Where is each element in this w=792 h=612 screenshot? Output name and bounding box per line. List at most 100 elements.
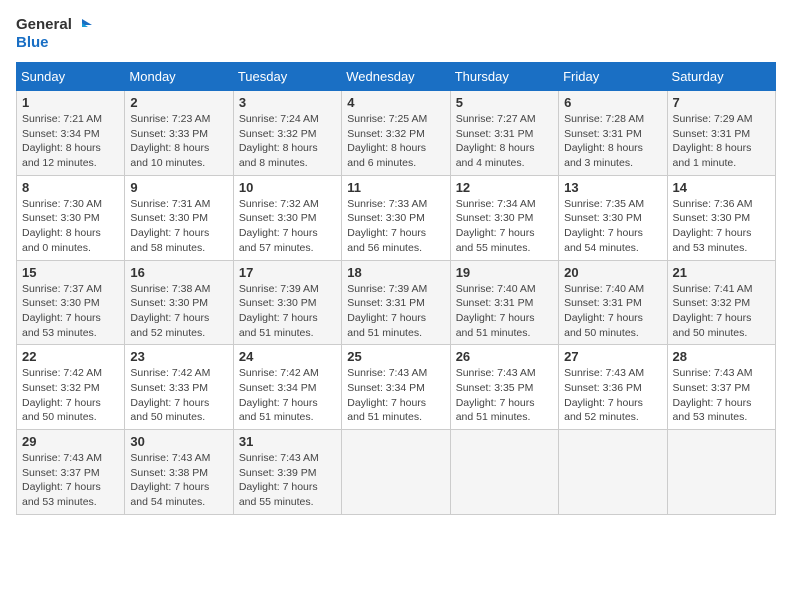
- calendar-cell: 23 Sunrise: 7:42 AMSunset: 3:33 PMDayligh…: [125, 345, 233, 430]
- day-number: 27: [564, 349, 661, 364]
- day-number: 9: [130, 180, 227, 195]
- cell-info: Sunrise: 7:43 AMSunset: 3:35 PMDaylight:…: [456, 366, 553, 425]
- day-number: 16: [130, 265, 227, 280]
- day-number: 3: [239, 95, 336, 110]
- calendar-cell: 11Sunrise: 7:33 AMSunset: 3:30 PMDayligh…: [342, 175, 450, 260]
- calendar-cell: 5 Sunrise: 7:27 AMSunset: 3:31 PMDaylight…: [450, 91, 558, 176]
- logo: General Blue: [16, 16, 92, 52]
- day-number: 28: [673, 349, 770, 364]
- calendar-cell: 4Sunrise: 7:25 AMSunset: 3:32 PMDaylight…: [342, 91, 450, 176]
- cell-info: Sunrise: 7:43 AMSunset: 3:37 PMDaylight:…: [22, 451, 119, 510]
- day-number: 2: [130, 95, 227, 110]
- calendar-cell: 3 Sunrise: 7:24 AMSunset: 3:32 PMDaylight…: [233, 91, 341, 176]
- day-number: 13: [564, 180, 661, 195]
- day-number: 5: [456, 95, 553, 110]
- weekday-label: Friday: [559, 63, 667, 91]
- calendar-cell: 9 Sunrise: 7:31 AMSunset: 3:30 PMDaylight…: [125, 175, 233, 260]
- calendar-week-row: 29 Sunrise: 7:43 AMSunset: 3:37 PMDayligh…: [17, 430, 776, 515]
- cell-info: Sunrise: 7:42 AMSunset: 3:33 PMDaylight:…: [130, 366, 227, 425]
- cell-info: Sunrise: 7:39 AMSunset: 3:30 PMDaylight:…: [239, 282, 336, 341]
- calendar-cell: 19Sunrise: 7:40 AMSunset: 3:31 PMDayligh…: [450, 260, 558, 345]
- cell-info: Sunrise: 7:24 AMSunset: 3:32 PMDaylight:…: [239, 112, 336, 171]
- cell-info: Sunrise: 7:43 AMSunset: 3:39 PMDaylight:…: [239, 451, 336, 510]
- weekday-label: Wednesday: [342, 63, 450, 91]
- cell-info: Sunrise: 7:33 AMSunset: 3:30 PMDaylight:…: [347, 197, 444, 256]
- cell-info: Sunrise: 7:32 AMSunset: 3:30 PMDaylight:…: [239, 197, 336, 256]
- calendar-cell: 20 Sunrise: 7:40 AMSunset: 3:31 PMDayligh…: [559, 260, 667, 345]
- calendar-week-row: 22Sunrise: 7:42 AMSunset: 3:32 PMDayligh…: [17, 345, 776, 430]
- calendar-cell: 18 Sunrise: 7:39 AMSunset: 3:31 PMDayligh…: [342, 260, 450, 345]
- calendar-cell: 13 Sunrise: 7:35 AMSunset: 3:30 PMDayligh…: [559, 175, 667, 260]
- cell-info: Sunrise: 7:43 AMSunset: 3:38 PMDaylight:…: [130, 451, 227, 510]
- calendar-cell: [342, 430, 450, 515]
- cell-info: Sunrise: 7:27 AMSunset: 3:31 PMDaylight:…: [456, 112, 553, 171]
- cell-info: Sunrise: 7:38 AMSunset: 3:30 PMDaylight:…: [130, 282, 227, 341]
- calendar-cell: 26Sunrise: 7:43 AMSunset: 3:35 PMDayligh…: [450, 345, 558, 430]
- cell-info: Sunrise: 7:28 AMSunset: 3:31 PMDaylight:…: [564, 112, 661, 171]
- calendar-cell: 29 Sunrise: 7:43 AMSunset: 3:37 PMDayligh…: [17, 430, 125, 515]
- cell-info: Sunrise: 7:42 AMSunset: 3:34 PMDaylight:…: [239, 366, 336, 425]
- calendar-cell: 1 Sunrise: 7:21 AMSunset: 3:34 PMDaylight…: [17, 91, 125, 176]
- cell-info: Sunrise: 7:43 AMSunset: 3:36 PMDaylight:…: [564, 366, 661, 425]
- day-number: 8: [22, 180, 119, 195]
- calendar-cell: [559, 430, 667, 515]
- cell-info: Sunrise: 7:23 AMSunset: 3:33 PMDaylight:…: [130, 112, 227, 171]
- calendar-cell: [667, 430, 775, 515]
- day-number: 25: [347, 349, 444, 364]
- calendar-cell: 17Sunrise: 7:39 AMSunset: 3:30 PMDayligh…: [233, 260, 341, 345]
- cell-info: Sunrise: 7:40 AMSunset: 3:31 PMDaylight:…: [456, 282, 553, 341]
- day-number: 15: [22, 265, 119, 280]
- calendar-cell: 25 Sunrise: 7:43 AMSunset: 3:34 PMDayligh…: [342, 345, 450, 430]
- cell-info: Sunrise: 7:37 AMSunset: 3:30 PMDaylight:…: [22, 282, 119, 341]
- calendar-cell: 8 Sunrise: 7:30 AMSunset: 3:30 PMDaylight…: [17, 175, 125, 260]
- day-number: 12: [456, 180, 553, 195]
- day-number: 6: [564, 95, 661, 110]
- calendar-cell: 7 Sunrise: 7:29 AMSunset: 3:31 PMDaylight…: [667, 91, 775, 176]
- day-number: 21: [673, 265, 770, 280]
- day-number: 31: [239, 434, 336, 449]
- calendar-cell: 27 Sunrise: 7:43 AMSunset: 3:36 PMDayligh…: [559, 345, 667, 430]
- day-number: 23: [130, 349, 227, 364]
- day-number: 14: [673, 180, 770, 195]
- cell-info: Sunrise: 7:35 AMSunset: 3:30 PMDaylight:…: [564, 197, 661, 256]
- cell-info: Sunrise: 7:43 AMSunset: 3:37 PMDaylight:…: [673, 366, 770, 425]
- day-number: 18: [347, 265, 444, 280]
- cell-info: Sunrise: 7:39 AMSunset: 3:31 PMDaylight:…: [347, 282, 444, 341]
- calendar-cell: 30Sunrise: 7:43 AMSunset: 3:38 PMDayligh…: [125, 430, 233, 515]
- cell-info: Sunrise: 7:36 AMSunset: 3:30 PMDaylight:…: [673, 197, 770, 256]
- cell-info: Sunrise: 7:34 AMSunset: 3:30 PMDaylight:…: [456, 197, 553, 256]
- weekday-label: Saturday: [667, 63, 775, 91]
- day-number: 29: [22, 434, 119, 449]
- cell-info: Sunrise: 7:21 AMSunset: 3:34 PMDaylight:…: [22, 112, 119, 171]
- day-number: 4: [347, 95, 444, 110]
- cell-info: Sunrise: 7:31 AMSunset: 3:30 PMDaylight:…: [130, 197, 227, 256]
- calendar-cell: [450, 430, 558, 515]
- calendar-cell: 2 Sunrise: 7:23 AMSunset: 3:33 PMDaylight…: [125, 91, 233, 176]
- calendar-body: 1 Sunrise: 7:21 AMSunset: 3:34 PMDaylight…: [17, 91, 776, 515]
- logo-text: General Blue: [16, 16, 92, 52]
- calendar-week-row: 15 Sunrise: 7:37 AMSunset: 3:30 PMDayligh…: [17, 260, 776, 345]
- calendar-cell: 21 Sunrise: 7:41 AMSunset: 3:32 PMDayligh…: [667, 260, 775, 345]
- calendar-week-row: 1 Sunrise: 7:21 AMSunset: 3:34 PMDaylight…: [17, 91, 776, 176]
- cell-info: Sunrise: 7:43 AMSunset: 3:34 PMDaylight:…: [347, 366, 444, 425]
- cell-info: Sunrise: 7:41 AMSunset: 3:32 PMDaylight:…: [673, 282, 770, 341]
- calendar-week-row: 8 Sunrise: 7:30 AMSunset: 3:30 PMDaylight…: [17, 175, 776, 260]
- calendar-cell: 31 Sunrise: 7:43 AMSunset: 3:39 PMDayligh…: [233, 430, 341, 515]
- cell-info: Sunrise: 7:29 AMSunset: 3:31 PMDaylight:…: [673, 112, 770, 171]
- day-number: 7: [673, 95, 770, 110]
- cell-info: Sunrise: 7:30 AMSunset: 3:30 PMDaylight:…: [22, 197, 119, 256]
- weekday-label: Sunday: [17, 63, 125, 91]
- calendar-cell: 22Sunrise: 7:42 AMSunset: 3:32 PMDayligh…: [17, 345, 125, 430]
- day-number: 22: [22, 349, 119, 364]
- calendar-cell: 28 Sunrise: 7:43 AMSunset: 3:37 PMDayligh…: [667, 345, 775, 430]
- cell-info: Sunrise: 7:40 AMSunset: 3:31 PMDaylight:…: [564, 282, 661, 341]
- calendar-cell: 14 Sunrise: 7:36 AMSunset: 3:30 PMDayligh…: [667, 175, 775, 260]
- day-number: 20: [564, 265, 661, 280]
- calendar-cell: 12 Sunrise: 7:34 AMSunset: 3:30 PMDayligh…: [450, 175, 558, 260]
- day-number: 1: [22, 95, 119, 110]
- day-number: 24: [239, 349, 336, 364]
- calendar-cell: 24 Sunrise: 7:42 AMSunset: 3:34 PMDayligh…: [233, 345, 341, 430]
- calendar-cell: 10Sunrise: 7:32 AMSunset: 3:30 PMDayligh…: [233, 175, 341, 260]
- calendar-cell: 15 Sunrise: 7:37 AMSunset: 3:30 PMDayligh…: [17, 260, 125, 345]
- calendar-table: SundayMondayTuesdayWednesdayThursdayFrid…: [16, 62, 776, 515]
